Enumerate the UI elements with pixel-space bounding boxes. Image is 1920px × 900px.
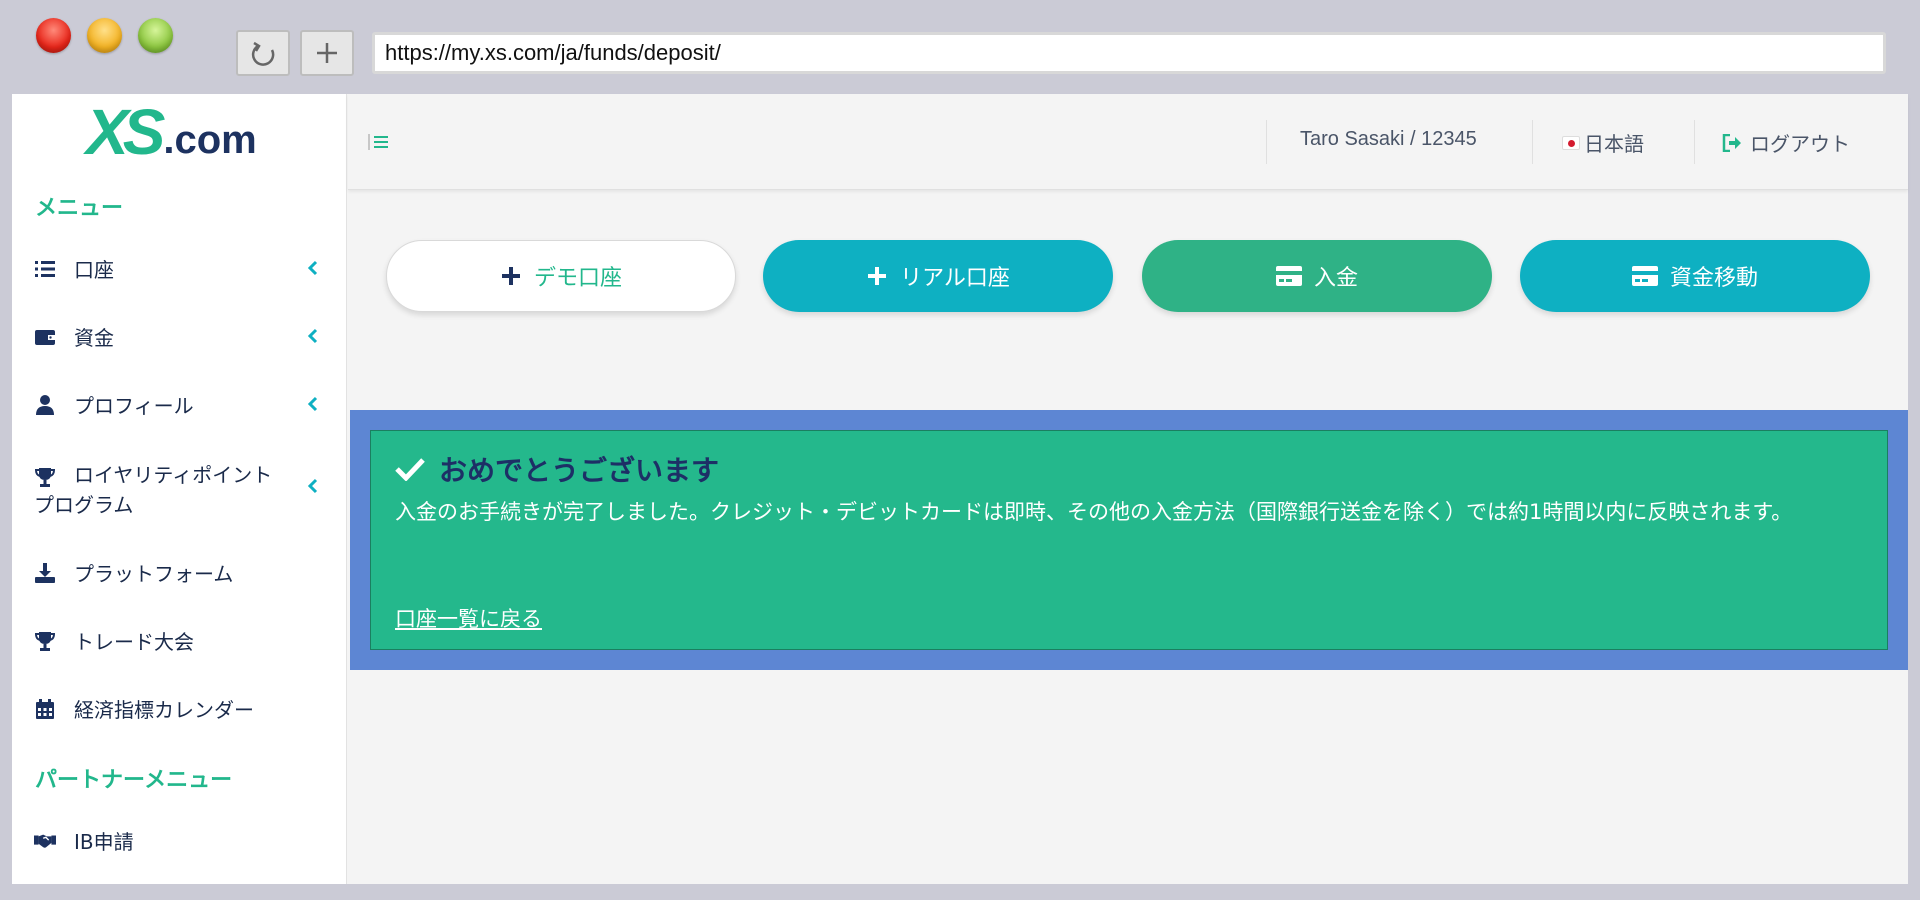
chevron-left-icon: [307, 328, 318, 344]
deposit-label: 入金: [1313, 266, 1358, 291]
chevron-left-icon: [307, 478, 318, 494]
logo-main: XS: [86, 96, 165, 168]
real-account-label: リアル口座: [900, 266, 1010, 291]
demo-account-button[interactable]: デモ口座: [386, 240, 736, 312]
plus-icon: [317, 43, 337, 63]
reload-icon: [251, 41, 275, 66]
user-account-label[interactable]: Taro Sasaki / 12345: [1300, 128, 1477, 151]
sidebar-item-economic-calendar[interactable]: 経済指標カレンダー: [12, 696, 347, 726]
sidebar-item-label: 口座: [74, 258, 114, 282]
plus-icon: [868, 267, 887, 285]
fund-transfer-button[interactable]: 資金移動: [1520, 240, 1870, 312]
menu-heading: メニュー: [35, 196, 124, 221]
address-bar[interactable]: https://my.xs.com/ja/funds/deposit/: [372, 32, 1886, 74]
header-divider: [1694, 120, 1695, 164]
credit-card-icon: [1275, 266, 1302, 286]
sidebar-item-label: プラットフォーム: [74, 562, 234, 586]
partner-menu-heading: パートナーメニュー: [35, 768, 233, 793]
plus-icon: [501, 267, 520, 285]
success-title: おめでとうございます: [395, 449, 719, 489]
close-window-button[interactable]: [36, 18, 71, 53]
success-message: 入金のお手続きが完了しました。クレジット・デビットカードは即時、その他の入金方法…: [395, 500, 1793, 524]
sidebar-item-label: 資金: [74, 326, 114, 350]
page: XS .com メニュー 口座 資金 プロフィール ロイヤリティポイントプログラ…: [12, 94, 1908, 884]
sidebar-item-platform[interactable]: プラットフォーム: [12, 560, 347, 590]
credit-card-icon: [1631, 266, 1658, 286]
minimize-window-button[interactable]: [87, 18, 122, 53]
japan-flag-icon: [1562, 135, 1580, 150]
sidebar-item-label: トレード大会: [74, 630, 194, 654]
logout-label: ログアウト: [1750, 132, 1850, 156]
sidebar-item-ib-application[interactable]: IB申請: [12, 828, 347, 858]
success-alert: おめでとうございます 入金のお手続きが完了しました。クレジット・デビットカードは…: [370, 430, 1888, 650]
sidebar-item-label: IB申請: [74, 830, 134, 854]
chevron-left-icon: [307, 260, 318, 276]
language-selector[interactable]: 日本語: [1562, 128, 1644, 157]
download-icon: [34, 562, 56, 584]
browser-chrome: https://my.xs.com/ja/funds/deposit/: [0, 0, 1920, 94]
calendar-icon: [34, 698, 56, 720]
language-label: 日本語: [1584, 132, 1644, 156]
sidebar-item-label: 経済指標カレンダー: [74, 698, 254, 722]
sidebar-item-funds[interactable]: 資金: [12, 324, 347, 354]
logout-icon: [1722, 133, 1741, 152]
top-header: Taro Sasaki / 12345 日本語 ログアウト: [348, 94, 1908, 190]
demo-account-label: デモ口座: [533, 266, 622, 291]
wallet-icon: [34, 326, 56, 348]
deposit-button[interactable]: 入金: [1142, 240, 1492, 312]
new-tab-button[interactable]: [300, 30, 354, 76]
sidebar-item-trading-contest[interactable]: トレード大会: [12, 628, 347, 658]
back-to-accounts-link[interactable]: 口座一覧に戻る: [395, 603, 542, 633]
sidebar-item-label: ロイヤリティポイントプログラム: [34, 463, 273, 517]
fund-transfer-label: 資金移動: [1669, 266, 1758, 291]
reload-button[interactable]: [236, 30, 290, 76]
notice-highlight: おめでとうございます 入金のお手続きが完了しました。クレジット・デビットカードは…: [350, 410, 1908, 670]
sidebar-item-accounts[interactable]: 口座: [12, 256, 347, 286]
url-text: https://my.xs.com/ja/funds/deposit/: [385, 40, 721, 65]
success-title-text: おめでとうございます: [439, 454, 720, 487]
real-account-button[interactable]: リアル口座: [763, 240, 1113, 312]
user-icon: [34, 394, 56, 416]
sidebar-item-loyalty-program[interactable]: ロイヤリティポイントプログラム: [12, 463, 347, 524]
trophy-icon: [34, 630, 56, 652]
maximize-window-button[interactable]: [138, 18, 173, 53]
logo-suffix: .com: [163, 118, 257, 162]
list-icon: [34, 258, 56, 280]
sidebar: XS .com メニュー 口座 資金 プロフィール ロイヤリティポイントプログラ…: [12, 94, 347, 884]
sidebar-item-profile[interactable]: プロフィール: [12, 392, 347, 422]
checkmark-icon: [395, 458, 425, 481]
hamburger-icon[interactable]: [368, 134, 388, 150]
chevron-left-icon: [307, 396, 318, 412]
xs-logo[interactable]: XS .com: [86, 96, 257, 168]
handshake-icon: [34, 830, 56, 852]
logout-button[interactable]: ログアウト: [1722, 128, 1850, 157]
sidebar-item-label: プロフィール: [74, 394, 194, 418]
header-divider: [1266, 120, 1267, 164]
header-divider: [1532, 120, 1533, 164]
